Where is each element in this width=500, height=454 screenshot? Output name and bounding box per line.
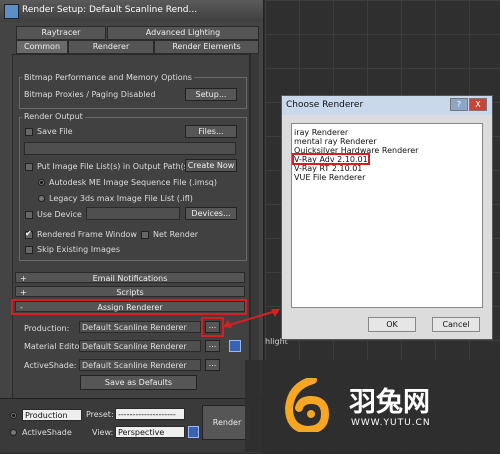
put-image-list-checkbox[interactable] bbox=[25, 163, 33, 171]
logo-brand-text: 羽兔网 bbox=[349, 387, 430, 418]
highlight-vray-adv bbox=[292, 153, 370, 165]
setup-button[interactable]: Setup... bbox=[185, 88, 237, 101]
preset-select[interactable]: -------------------- bbox=[115, 408, 185, 420]
save-file-checkbox[interactable] bbox=[25, 128, 33, 136]
window-title: Render Setup: Default Scanline Rend... bbox=[22, 5, 198, 15]
rollout-email-notifications[interactable]: + Email Notifications bbox=[15, 272, 245, 283]
arrow-icon bbox=[223, 309, 280, 328]
save-file-label: Save File bbox=[37, 127, 73, 136]
devices-button[interactable]: Devices... bbox=[185, 207, 237, 220]
highlight-choose-button bbox=[201, 317, 224, 337]
render-setup-titlebar[interactable]: Render Setup: Default Scanline Rend... bbox=[0, 0, 263, 22]
material-editor-renderer-field: Default Scanline Renderer bbox=[79, 340, 201, 352]
production-renderer-field: Default Scanline Renderer bbox=[79, 321, 201, 333]
material-editor-label: Material Editor: bbox=[24, 342, 86, 351]
proxies-text: Bitmap Proxies / Paging Disabled bbox=[24, 90, 156, 99]
autodesk-me-radio[interactable] bbox=[38, 179, 45, 186]
list-item[interactable]: iray Renderer bbox=[294, 128, 348, 137]
renderer-list[interactable]: iray Renderer mental ray Renderer Quicks… bbox=[291, 123, 483, 308]
view-label: View: bbox=[92, 428, 114, 437]
ok-button[interactable]: OK bbox=[368, 317, 416, 332]
legacy-ifl-label: Legacy 3ds max Image File List (.ifl) bbox=[49, 194, 193, 203]
rollout-scripts-label: Scripts bbox=[116, 288, 144, 297]
rollout-email-label: Email Notifications bbox=[92, 274, 168, 283]
production-label: Production: bbox=[24, 324, 70, 333]
close-icon[interactable]: X bbox=[469, 98, 487, 111]
activeshade-renderer-field: Default Scanline Renderer bbox=[79, 359, 201, 371]
help-icon[interactable]: ? bbox=[450, 98, 468, 111]
tab-renderer[interactable]: Renderer bbox=[68, 40, 154, 54]
tab-render-elements[interactable]: Render Elements bbox=[154, 40, 259, 54]
lock-view-icon[interactable] bbox=[188, 426, 199, 438]
output-path-field[interactable] bbox=[24, 142, 236, 155]
lock-icon[interactable] bbox=[229, 340, 241, 352]
autodesk-me-label: Autodesk ME Image Sequence File (.imsq) bbox=[49, 178, 217, 187]
tab-common[interactable]: Common bbox=[16, 40, 68, 54]
put-image-list-label: Put Image File List(s) in Output Path(s) bbox=[37, 162, 192, 171]
view-select[interactable]: Perspective bbox=[115, 426, 185, 438]
cancel-button[interactable]: Cancel bbox=[432, 317, 480, 332]
render-output-group bbox=[19, 117, 247, 261]
material-choose-button[interactable]: ... bbox=[205, 340, 220, 352]
logo-icon bbox=[284, 378, 329, 432]
choose-renderer-dialog: Choose Renderer ? X iray Renderer mental… bbox=[281, 95, 493, 340]
use-device-label: Use Device bbox=[37, 210, 82, 219]
tab-advanced-lighting[interactable]: Advanced Lighting bbox=[107, 26, 259, 40]
activeshade-choose-button[interactable]: ... bbox=[205, 359, 220, 371]
production-mode-select[interactable]: Production bbox=[22, 409, 82, 421]
list-item[interactable]: mental ray Renderer bbox=[294, 137, 377, 146]
app-icon bbox=[4, 4, 19, 19]
activeshade-label: ActiveShade: bbox=[24, 361, 77, 370]
rollout-expand-icon: + bbox=[20, 274, 27, 283]
render-output-label: Render Output bbox=[22, 112, 85, 121]
device-field[interactable] bbox=[86, 207, 180, 220]
choose-renderer-titlebar[interactable]: Choose Renderer ? X bbox=[282, 96, 492, 115]
skip-existing-label: Skip Existing Images bbox=[37, 245, 121, 254]
bitmap-group-label: Bitmap Performance and Memory Options bbox=[22, 73, 194, 82]
list-item[interactable]: VUE File Renderer bbox=[294, 173, 365, 182]
logo-url: WWW.YUTU.CN bbox=[351, 418, 431, 428]
save-as-defaults-button[interactable]: Save as Defaults bbox=[80, 375, 197, 390]
highlight-assign-renderer bbox=[11, 299, 247, 315]
rollout-scripts[interactable]: + Scripts bbox=[15, 286, 245, 297]
production-mode-radio[interactable] bbox=[10, 412, 17, 419]
rollout-expand-icon: + bbox=[20, 288, 27, 297]
activeshade-mode-label: ActiveShade bbox=[22, 428, 72, 437]
activeshade-mode-radio[interactable] bbox=[10, 429, 17, 436]
panel-scrollbar[interactable] bbox=[250, 54, 259, 398]
dialog-title: Choose Renderer bbox=[286, 100, 364, 110]
use-device-checkbox[interactable] bbox=[25, 211, 33, 219]
rendered-frame-window-checkbox[interactable] bbox=[25, 229, 33, 239]
list-item[interactable]: V-Ray RT 2.10.01 bbox=[294, 164, 362, 173]
files-button[interactable]: Files... bbox=[185, 125, 237, 138]
net-render-label: Net Render bbox=[153, 230, 199, 239]
create-now-button[interactable]: Create Now bbox=[185, 159, 237, 172]
tab-raytracer[interactable]: Raytracer bbox=[16, 26, 106, 40]
watermark-logo: 羽兔网 WWW.YUTU.CN bbox=[245, 360, 500, 452]
legacy-ifl-radio[interactable] bbox=[38, 195, 45, 202]
render-setup-window: Render Setup: Default Scanline Rend... R… bbox=[0, 0, 264, 454]
skip-existing-checkbox[interactable] bbox=[25, 246, 33, 254]
preset-label: Preset: bbox=[86, 410, 114, 419]
rendered-frame-window-label: Rendered Frame Window bbox=[37, 230, 137, 239]
net-render-checkbox[interactable] bbox=[141, 231, 149, 239]
